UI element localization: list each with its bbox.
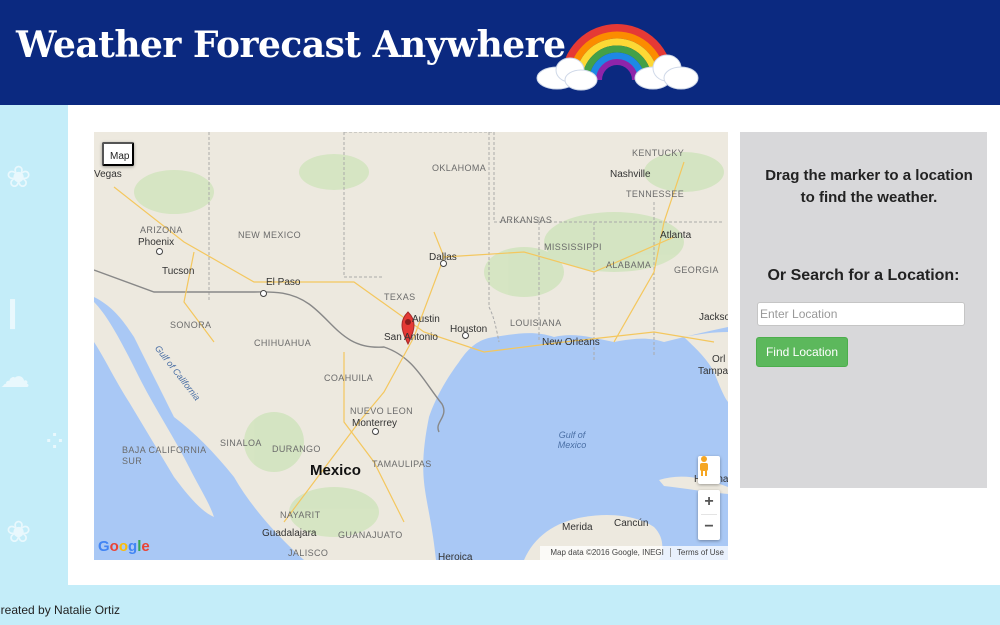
map-label-state: CHIHUAHUA	[254, 338, 312, 348]
rainbow-logo-icon	[536, 24, 699, 91]
site-title: Weather Forecast Anywhere	[16, 24, 566, 66]
instruction-line-1: Drag the marker to a location	[765, 167, 973, 184]
map-label-city: Orl	[712, 354, 726, 365]
map-label-state: ARKANSAS	[500, 215, 553, 225]
map-label-city: Cancún	[614, 518, 649, 529]
map-label-state: GUANAJUATO	[338, 530, 403, 540]
zoom-in-button[interactable]: +	[698, 490, 720, 514]
map-data-credit: Map data ©2016 Google, INEGI	[550, 548, 664, 557]
site-header: Weather Forecast Anywhere	[0, 0, 1000, 105]
rain-doodle-icon: ⁘	[42, 425, 68, 460]
map-label-city: Phoenix	[138, 237, 175, 248]
search-heading: Or Search for a Location:	[767, 267, 960, 284]
map-label-state: DURANGO	[272, 444, 321, 454]
city-marker	[462, 332, 469, 339]
drag-instruction: Drag the marker to a location to find th…	[754, 165, 984, 209]
map-label-state: NUEVO LEON	[350, 406, 414, 416]
map-label-state: BAJA CALIFORNIA SUR	[122, 445, 207, 466]
map-label-state: COAHUILA	[324, 373, 374, 383]
thermometer-doodle-icon: ❙	[0, 295, 26, 330]
map-label-country: Mexico	[310, 462, 361, 479]
map-label-state: SINALOA	[220, 438, 262, 448]
map-label-city: Jackso	[699, 312, 728, 323]
apple-doodle-icon: ❀	[6, 515, 32, 550]
map-label-city: Nashville	[610, 169, 651, 180]
map-label-state: SONORA	[170, 320, 212, 330]
map-label-state: ALABAMA	[606, 260, 652, 270]
map-label-city: El Paso	[266, 277, 301, 288]
footer-credit: Created by Natalie Ortiz	[0, 603, 121, 617]
city-marker	[372, 428, 379, 435]
map-label-state: TENNESSEE	[626, 189, 685, 199]
map-label-city: Merida	[562, 522, 593, 533]
map-label-city: Atlanta	[660, 230, 692, 241]
terms-of-use-link[interactable]: Terms of Use	[677, 548, 724, 557]
map-label-city: Guadalajara	[262, 528, 317, 539]
location-search-input[interactable]	[757, 302, 965, 326]
map-label-state: KENTUCKY	[632, 148, 685, 158]
map-attribution: Map data ©2016 Google, INEGI Terms of Use	[540, 546, 728, 560]
map-label-state: JALISCO	[288, 548, 329, 558]
map-label-state: GEORGIA	[674, 265, 719, 275]
city-marker	[440, 260, 447, 267]
map-label-city: New Orleans	[542, 337, 600, 348]
map-label-state: NAYARIT	[280, 510, 321, 520]
map-label-state: ARIZONA	[140, 225, 183, 235]
city-marker	[260, 290, 267, 297]
instruction-line-2: to find the weather.	[800, 189, 938, 206]
map-view[interactable]: Map KENTUCKY OKLAHOMA TENNESSEE ARKANSAS…	[94, 132, 728, 560]
map-label-state: TEXAS	[384, 292, 416, 302]
zoom-controls: + −	[698, 490, 720, 540]
cloud-doodle-icon: ☁	[0, 360, 30, 395]
map-label-state: MISSISSIPPI	[544, 242, 602, 252]
google-logo[interactable]: Google	[98, 538, 150, 555]
find-location-button[interactable]: Find Location	[756, 337, 848, 367]
map-label-city: San Antonio	[384, 332, 438, 343]
map-type-button[interactable]: Map	[102, 142, 134, 166]
map-label-city: Tampa	[698, 366, 728, 377]
map-label-state: LOUISIANA	[510, 318, 562, 328]
map-label-city: Heroica	[438, 552, 473, 560]
city-marker	[156, 248, 163, 255]
map-label-state: NEW MEXICO	[238, 230, 302, 240]
apple-doodle-icon: ❀	[6, 160, 32, 195]
map-label-water: Gulf of Mexico	[557, 430, 587, 450]
map-label-city: Austin	[412, 314, 440, 325]
map-label-state: OKLAHOMA	[432, 163, 487, 173]
search-panel: Drag the marker to a location to find th…	[740, 132, 987, 488]
street-view-pegman-icon[interactable]	[698, 456, 720, 484]
map-label-city: Vegas	[94, 169, 122, 180]
map-label-city: Tucson	[162, 266, 195, 277]
map-label-state: TAMAULIPAS	[372, 459, 432, 469]
zoom-out-button[interactable]: −	[698, 515, 720, 539]
footer-separator	[669, 548, 671, 558]
